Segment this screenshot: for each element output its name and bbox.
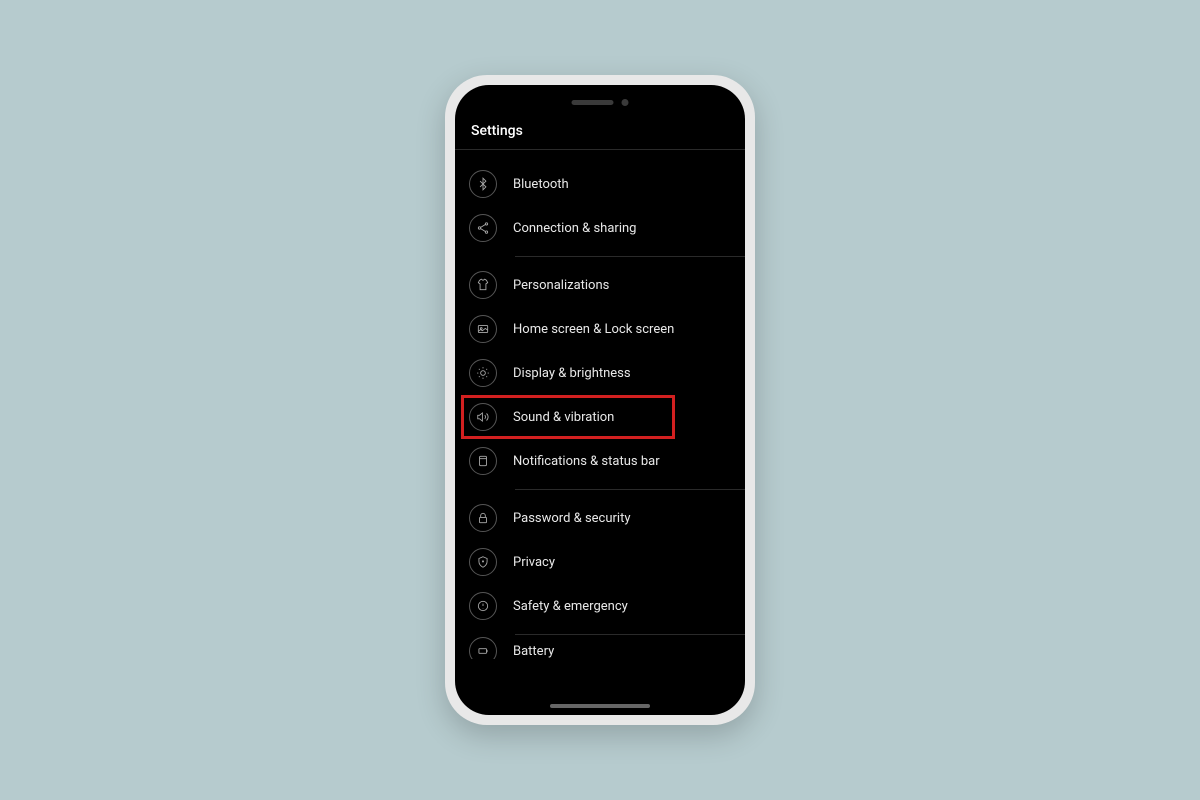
settings-item-safety-emergency[interactable]: Safety & emergency	[455, 584, 745, 628]
share-icon	[469, 214, 497, 242]
settings-item-password-security[interactable]: Password & security	[455, 496, 745, 540]
item-label: Password & security	[513, 511, 631, 526]
item-label: Bluetooth	[513, 177, 569, 192]
item-label: Safety & emergency	[513, 599, 628, 614]
phone-frame: Settings Bluetooth Connection & sharing	[445, 75, 755, 725]
settings-item-home-lock-screen[interactable]: Home screen & Lock screen	[455, 307, 745, 351]
settings-item-battery[interactable]: Battery	[455, 635, 745, 659]
settings-group-display: Personalizations Home screen & Lock scre…	[455, 257, 745, 489]
lock-icon	[469, 504, 497, 532]
settings-group-security: Password & security Privacy Safety & eme…	[455, 490, 745, 634]
bell-icon	[469, 447, 497, 475]
settings-item-privacy[interactable]: Privacy	[455, 540, 745, 584]
item-label: Sound & vibration	[513, 410, 614, 425]
page-title: Settings	[455, 85, 745, 149]
front-camera	[622, 99, 629, 106]
item-label: Personalizations	[513, 278, 609, 293]
shield-icon	[469, 548, 497, 576]
speaker-slot	[572, 100, 614, 105]
item-label: Battery	[513, 644, 554, 659]
item-label: Display & brightness	[513, 366, 631, 381]
gallery-icon	[469, 315, 497, 343]
item-label: Connection & sharing	[513, 221, 636, 236]
bluetooth-icon	[469, 170, 497, 198]
settings-item-personalizations[interactable]: Personalizations	[455, 263, 745, 307]
settings-item-sound-vibration[interactable]: Sound & vibration	[455, 395, 745, 439]
item-label: Home screen & Lock screen	[513, 322, 674, 337]
notch	[572, 99, 629, 106]
battery-icon	[469, 637, 497, 659]
sound-icon	[469, 403, 497, 431]
settings-group-connectivity: Bluetooth Connection & sharing	[455, 156, 745, 256]
settings-item-connection-sharing[interactable]: Connection & sharing	[455, 206, 745, 250]
header-title: Settings	[471, 123, 523, 139]
phone-screen: Settings Bluetooth Connection & sharing	[455, 85, 745, 715]
sun-icon	[469, 359, 497, 387]
tshirt-icon	[469, 271, 497, 299]
home-indicator[interactable]	[550, 704, 650, 708]
settings-list: Bluetooth Connection & sharing Personali…	[455, 150, 745, 659]
settings-item-notifications-status-bar[interactable]: Notifications & status bar	[455, 439, 745, 483]
item-label: Notifications & status bar	[513, 454, 660, 469]
settings-item-bluetooth[interactable]: Bluetooth	[455, 162, 745, 206]
alert-icon	[469, 592, 497, 620]
settings-item-display-brightness[interactable]: Display & brightness	[455, 351, 745, 395]
item-label: Privacy	[513, 555, 555, 570]
